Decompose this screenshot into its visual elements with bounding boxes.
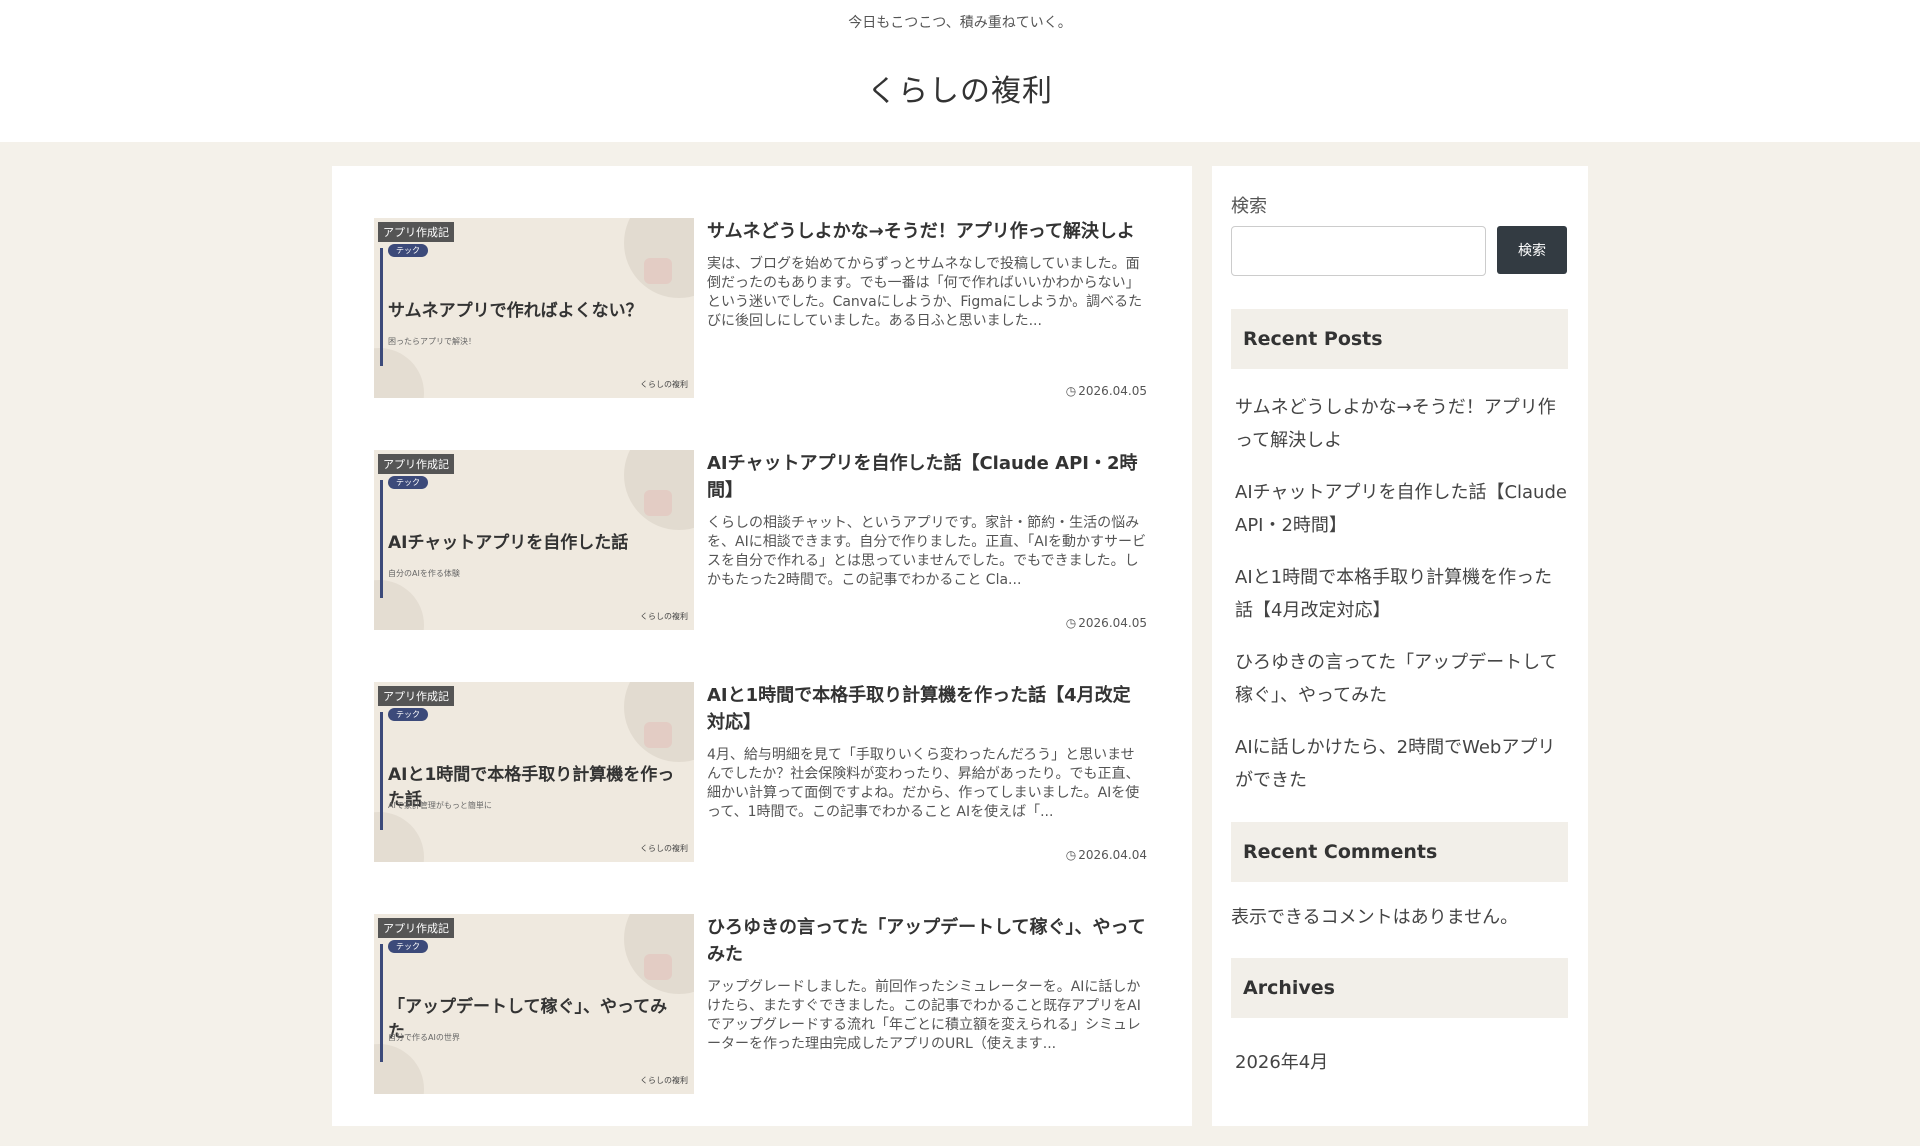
tag-pill: テック	[388, 476, 428, 489]
post-card[interactable]: アプリ作成記 テック AIチャットアプリを自作した話 自分のAIを作る体験 くら…	[374, 450, 1149, 682]
post-excerpt: 4月、給与明細を見て「手取りいくら変わったんだろう」と思いませんでしたか？社会保…	[707, 747, 1140, 820]
post-thumbnail[interactable]: アプリ作成記 テック AIチャットアプリを自作した話 自分のAIを作る体験 くら…	[374, 450, 694, 630]
clock-icon: ◷	[1065, 616, 1077, 630]
post-card[interactable]: アプリ作成記 テック 「アップデートして稼ぐ」、やってみた 自分で作るAIの世界…	[374, 914, 1149, 1146]
clock-icon: ◷	[1065, 848, 1077, 862]
thumbnail-subtitle: 困ったらアプリで解決！	[388, 337, 476, 346]
post-body: AIと1時間で本格手取り計算機を作った話【4月改定対応】 4月、給与明細を見て「…	[707, 682, 1147, 862]
post-excerpt: 実は、ブログを始めてからずっとサムネなしで投稿していました。面倒だったのもありま…	[707, 256, 1143, 329]
tag-pill: テック	[388, 708, 428, 721]
post-card[interactable]: アプリ作成記 テック AIと1時間で本格手取り計算機を作った話 AIで家計管理が…	[374, 682, 1149, 914]
post-list: アプリ作成記 テック サムネアプリで作ればよくない？ 困ったらアプリで解決！ く…	[332, 166, 1192, 1126]
thumbnail-brand: くらしの複利	[640, 1076, 688, 1085]
thumbnail-subtitle: 自分で作るAIの世界	[388, 1033, 460, 1042]
recent-post-link[interactable]: ひろゆきの言ってた「アップデートして稼ぐ」、やってみた	[1231, 646, 1568, 712]
sidebar: 検索 検索 Recent Posts サムネどうしよかな→そうだ！アプリ作って解…	[1212, 166, 1588, 1126]
recent-post-link[interactable]: サムネどうしよかな→そうだ！アプリ作って解決しよ	[1231, 391, 1568, 457]
post-date: ◷ 2026.04.04	[1066, 848, 1147, 862]
site-title[interactable]: くらしの複利	[0, 66, 1920, 110]
post-date: ◷ 2026.04.05	[1066, 616, 1147, 630]
recent-post-link[interactable]: AIと1時間で本格手取り計算機を作った話【4月改定対応】	[1231, 561, 1568, 627]
site-header: 今日もこつこつ、積み重ねていく。 くらしの複利	[0, 0, 1920, 142]
archives-heading: Archives	[1231, 958, 1568, 1018]
category-label[interactable]: アプリ作成記	[378, 918, 454, 938]
post-thumbnail[interactable]: アプリ作成記 テック AIと1時間で本格手取り計算機を作った話 AIで家計管理が…	[374, 682, 694, 862]
site-tagline: 今日もこつこつ、積み重ねていく。	[848, 15, 1072, 31]
post-title[interactable]: AIと1時間で本格手取り計算機を作った話【4月改定対応】	[707, 682, 1147, 736]
post-date-text: 2026.04.04	[1078, 848, 1147, 862]
recent-post-link[interactable]: AIチャットアプリを自作した話【Claude API・2時間】	[1231, 476, 1568, 542]
category-label[interactable]: アプリ作成記	[378, 454, 454, 474]
post-excerpt: アップグレードしました。前回作ったシミュレーターを。AIに話しかけたら、またすぐ…	[707, 979, 1141, 1052]
post-body: ひろゆきの言ってた「アップデートして稼ぐ」、やってみた アップグレードしました。…	[707, 914, 1147, 1094]
clock-icon: ◷	[1065, 384, 1077, 398]
thumbnail-accent-bar	[380, 944, 383, 1062]
post-thumbnail[interactable]: アプリ作成記 テック サムネアプリで作ればよくない？ 困ったらアプリで解決！ く…	[374, 218, 694, 398]
post-body: サムネどうしよかな→そうだ！アプリ作って解決しよ 実は、ブログを始めてからずっと…	[707, 218, 1147, 398]
robot-icon	[644, 954, 672, 980]
post-date: ◷ 2026.04.05	[1066, 384, 1147, 398]
tag-pill: テック	[388, 940, 428, 953]
thumbnail-accent-bar	[380, 712, 383, 830]
tag-pill: テック	[388, 244, 428, 257]
robot-icon	[644, 490, 672, 516]
thumbnail-brand: くらしの複利	[640, 612, 688, 621]
search-input[interactable]	[1231, 226, 1486, 276]
thumbnail-accent-bar	[380, 248, 383, 366]
post-title[interactable]: AIチャットアプリを自作した話【Claude API・2時間】	[707, 450, 1147, 504]
thumbnail-subtitle: AIで家計管理がもっと簡単に	[388, 801, 492, 810]
thumbnail-brand: くらしの複利	[640, 844, 688, 853]
no-comments-text: 表示できるコメントはありません。	[1231, 907, 1519, 928]
thumbnail-accent-bar	[380, 480, 383, 598]
lightbulb-icon	[644, 258, 672, 284]
search-form: 検索	[1231, 226, 1568, 276]
post-title[interactable]: ひろゆきの言ってた「アップデートして稼ぐ」、やってみた	[707, 914, 1147, 968]
recent-posts-heading: Recent Posts	[1231, 309, 1568, 369]
post-body: AIチャットアプリを自作した話【Claude API・2時間】 くらしの相談チャ…	[707, 450, 1147, 630]
search-button[interactable]: 検索	[1497, 226, 1567, 274]
recent-posts-list: サムネどうしよかな→そうだ！アプリ作って解決しよ AIチャットアプリを自作した話…	[1231, 391, 1568, 797]
post-title[interactable]: サムネどうしよかな→そうだ！アプリ作って解決しよ	[707, 218, 1147, 245]
post-card[interactable]: アプリ作成記 テック サムネアプリで作ればよくない？ 困ったらアプリで解決！ く…	[374, 218, 1149, 450]
post-date-text: 2026.04.05	[1078, 616, 1147, 630]
post-excerpt: くらしの相談チャット、というアプリです。家計・節約・生活の悩みを、AIに相談でき…	[707, 515, 1147, 588]
thumbnail-brand: くらしの複利	[640, 380, 688, 389]
post-thumbnail[interactable]: アプリ作成記 テック 「アップデートして稼ぐ」、やってみた 自分で作るAIの世界…	[374, 914, 694, 1094]
category-label[interactable]: アプリ作成記	[378, 686, 454, 706]
recent-post-link[interactable]: AIに話しかけたら、2時間でWebアプリができた	[1231, 731, 1568, 797]
post-date-text: 2026.04.05	[1078, 384, 1147, 398]
archive-link[interactable]: 2026年4月	[1231, 1048, 1568, 1074]
robot-icon	[644, 722, 672, 748]
category-label[interactable]: アプリ作成記	[378, 222, 454, 242]
recent-comments-heading: Recent Comments	[1231, 822, 1568, 882]
search-label: 検索	[1231, 196, 1267, 217]
thumbnail-subtitle: 自分のAIを作る体験	[388, 569, 460, 578]
thumbnail-title: サムネアプリで作ればよくない？	[388, 301, 643, 321]
thumbnail-title: AIチャットアプリを自作した話	[388, 533, 629, 553]
